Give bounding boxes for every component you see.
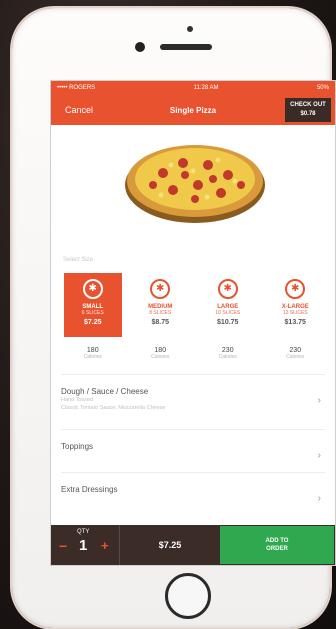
calorie-info: 230 Calories	[266, 347, 324, 360]
size-price: $8.75	[151, 319, 170, 326]
increment-button[interactable]: +	[101, 538, 109, 553]
order-bar: QTY − 1 + $7.25 ADD TO ORDER	[51, 525, 335, 565]
chevron-right-icon: ›	[317, 493, 321, 504]
carrier-label: ••••• ROGERS	[57, 85, 96, 91]
app-screen: ••••• ROGERS 11:28 AM 50% Cancel Single …	[50, 80, 336, 566]
size-option-small[interactable]: ✱ SMALL 6 SLICES $7.25	[63, 273, 122, 337]
add-label-line2: ORDER	[266, 546, 288, 552]
size-price: $13.75	[284, 319, 306, 326]
chevron-right-icon: ›	[317, 395, 321, 406]
decrement-button[interactable]: −	[59, 538, 67, 554]
row-title: Toppings	[61, 442, 94, 451]
calorie-unit: Calories	[218, 354, 237, 360]
toppings-row[interactable]: Toppings ›	[61, 429, 325, 472]
clock: 11:28 AM	[193, 85, 219, 91]
calorie-unit: Calories	[83, 354, 102, 360]
size-price: $10.75	[217, 319, 239, 326]
order-total: $7.25	[158, 540, 182, 550]
size-option-large[interactable]: ✱ LARGE 10 SLICES $10.75	[199, 273, 257, 337]
size-option-xlarge[interactable]: ✱ X-LARGE 12 SLICES $13.75	[266, 273, 324, 337]
front-camera	[135, 42, 145, 52]
chevron-right-icon: ›	[317, 450, 321, 461]
quantity-stepper: QTY − 1 +	[51, 525, 120, 565]
row-title: Dough / Sauce / Cheese	[61, 387, 149, 396]
checkout-button[interactable]: CHECK OUT $0.78	[285, 98, 331, 122]
pizza-icon: ✱	[150, 279, 171, 299]
size-slices: 12 SLICES	[282, 310, 308, 316]
battery-label: 50%	[316, 85, 329, 91]
calorie-value: 180	[86, 347, 99, 354]
checkout-amount: $0.78	[300, 111, 316, 117]
calorie-value: 230	[289, 347, 302, 354]
home-button[interactable]	[165, 573, 211, 619]
row-subtitle: Classic Tomato Sauce, Mozzarella Cheese	[61, 405, 166, 411]
add-to-order-button[interactable]: ADD TO ORDER	[220, 526, 334, 564]
pizza-icon: ✱	[82, 279, 103, 299]
size-price: $7.25	[83, 319, 102, 326]
front-sensor	[187, 26, 193, 32]
pizza-icon: ✱	[285, 279, 306, 299]
size-slices: 8 SLICES	[149, 310, 172, 316]
pizza-image	[125, 145, 265, 223]
nav-bar: Cancel Single Pizza CHECK OUT $0.78	[51, 95, 335, 125]
calorie-unit: Calories	[151, 354, 170, 360]
qty-value: 1	[79, 537, 88, 554]
qty-label: QTY	[77, 529, 90, 535]
size-section-label: Select Size	[63, 257, 94, 263]
extra-dressings-row[interactable]: Extra Dressings ›	[61, 472, 325, 513]
calorie-info: 230 Calories	[199, 347, 257, 360]
calorie-info: 180 Calories	[64, 347, 122, 360]
calorie-value: 230	[221, 347, 234, 354]
calorie-unit: Calories	[286, 354, 305, 360]
add-label-line1: ADD TO	[265, 538, 289, 544]
row-subtitle: Hand Tossed	[61, 397, 94, 403]
row-title: Extra Dressings	[61, 485, 118, 494]
calorie-row: 180 Calories 180 Calories 230 Calories 2…	[51, 337, 335, 360]
size-options: ✱ SMALL 6 SLICES $7.25 ✱ MEDIUM 8 SLICES…	[51, 267, 335, 337]
earpiece-speaker	[160, 44, 212, 50]
checkout-label: CHECK OUT	[290, 102, 326, 108]
dough-sauce-cheese-row[interactable]: Dough / Sauce / Cheese Hand Tossed Class…	[61, 374, 325, 429]
size-slices: 6 SLICES	[81, 310, 104, 316]
size-slices: 10 SLICES	[215, 310, 241, 316]
status-bar: ••••• ROGERS 11:28 AM 50%	[51, 81, 335, 95]
pizza-image-area	[51, 125, 335, 243]
calorie-info: 180 Calories	[131, 347, 189, 360]
calorie-value: 180	[154, 347, 167, 354]
pizza-icon: ✱	[217, 279, 238, 299]
phone-frame: ••••• ROGERS 11:28 AM 50% Cancel Single …	[12, 8, 336, 628]
size-option-medium[interactable]: ✱ MEDIUM 8 SLICES $8.75	[131, 273, 189, 337]
